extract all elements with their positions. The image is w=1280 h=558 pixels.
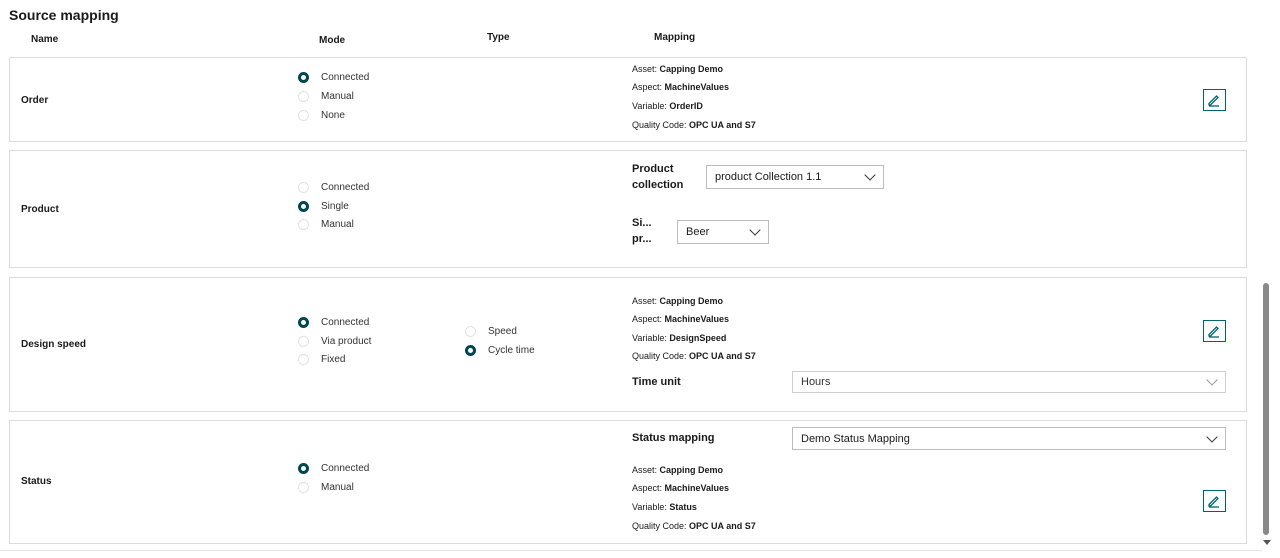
- edit-mapping-button[interactable]: [1203, 320, 1226, 342]
- edit-pencil-icon: [1208, 95, 1219, 107]
- mapping-aspect: Aspect: MachineValues: [632, 483, 730, 493]
- scrollbar-thumb[interactable]: [1263, 283, 1269, 535]
- radio-indicator: [298, 482, 309, 493]
- mapping-aspect: Aspect: MachineValues: [632, 314, 730, 324]
- column-header-mapping: Mapping: [654, 32, 696, 43]
- radio-indicator: [298, 72, 309, 83]
- mapping-asset: Asset: Capping Demo: [632, 465, 724, 475]
- mapping-aspect: Aspect: MachineValues: [632, 82, 730, 92]
- mode-radio-manual[interactable]: Manual: [298, 91, 354, 102]
- product-collection-select[interactable]: product Collection 1.1: [706, 165, 884, 189]
- mode-radio-connected[interactable]: Connected: [298, 463, 369, 474]
- mode-radio-via-product[interactable]: Via product: [298, 336, 371, 347]
- chevron-down-icon: [1206, 374, 1218, 386]
- status-mapping-label: Status mapping: [632, 432, 715, 444]
- select-value: Hours: [801, 376, 831, 388]
- radio-indicator: [298, 201, 309, 212]
- radio-label: Connected: [321, 317, 370, 328]
- radio-indicator: [298, 91, 309, 102]
- row-status: Status Connected Manual Status mapping D…: [9, 420, 1247, 544]
- mode-radio-manual[interactable]: Manual: [298, 482, 354, 493]
- mode-radio-connected[interactable]: Connected: [298, 182, 369, 193]
- radio-indicator: [298, 354, 309, 365]
- mode-radio-connected[interactable]: Connected: [298, 72, 369, 83]
- divider: [0, 550, 1262, 551]
- row-name: Design speed: [21, 339, 87, 350]
- time-unit-label: Time unit: [632, 376, 681, 388]
- radio-indicator: [298, 110, 309, 121]
- mode-radio-fixed[interactable]: Fixed: [298, 354, 345, 365]
- row-name: Product: [21, 204, 59, 215]
- mapping-variable: Variable: DesignSpeed: [632, 333, 727, 343]
- radio-label: Connected: [321, 182, 370, 193]
- single-product-label: Si... pr...: [632, 217, 652, 245]
- type-radio-speed[interactable]: Speed: [465, 326, 517, 337]
- mapping-variable: Variable: OrderID: [632, 101, 703, 111]
- radio-indicator: [298, 219, 309, 230]
- radio-label: Connected: [321, 72, 370, 83]
- select-value: product Collection 1.1: [715, 171, 822, 183]
- radio-label: Cycle time: [488, 345, 535, 356]
- row-design-speed: Design speed Connected Via product Fixed…: [9, 277, 1247, 412]
- row-order: Order Connected Manual None Asset: Cappi…: [9, 57, 1247, 142]
- radio-label: Single: [321, 201, 349, 212]
- radio-indicator: [465, 345, 476, 356]
- mapping-asset: Asset: Capping Demo: [632, 296, 724, 306]
- row-name: Status: [21, 476, 52, 487]
- chevron-down-icon: [749, 224, 761, 236]
- mode-radio-manual[interactable]: Manual: [298, 219, 354, 230]
- mapping-quality-code: Quality Code: OPC UA and S7: [632, 120, 756, 130]
- radio-label: None: [321, 110, 345, 121]
- mode-radio-single[interactable]: Single: [298, 201, 349, 212]
- radio-label: Manual: [321, 91, 354, 102]
- edit-mapping-button[interactable]: [1203, 89, 1226, 111]
- mode-radio-connected[interactable]: Connected: [298, 317, 369, 328]
- section-title: Source mapping: [9, 7, 119, 23]
- status-mapping-select[interactable]: Demo Status Mapping: [792, 427, 1226, 450]
- select-value: Beer: [686, 226, 710, 238]
- radio-indicator: [298, 182, 309, 193]
- edit-mapping-button[interactable]: [1203, 490, 1226, 512]
- radio-label: Manual: [321, 219, 354, 230]
- radio-indicator: [298, 336, 309, 347]
- column-header-mode: Mode: [319, 35, 346, 46]
- edit-pencil-icon: [1208, 496, 1219, 508]
- column-header-name: Name: [31, 34, 59, 45]
- radio-indicator: [298, 317, 309, 328]
- row-name: Order: [21, 95, 49, 106]
- scroll-down-icon[interactable]: [1263, 540, 1271, 545]
- radio-label: Connected: [321, 463, 370, 474]
- radio-indicator: [298, 463, 309, 474]
- mode-radio-none[interactable]: None: [298, 110, 345, 121]
- radio-label: Manual: [321, 482, 354, 493]
- mapping-asset: Asset: Capping Demo: [632, 64, 724, 74]
- select-value: Demo Status Mapping: [801, 432, 910, 445]
- column-header-type: Type: [487, 32, 510, 43]
- radio-label: Via product: [321, 336, 372, 347]
- mapping-variable: Variable: Status: [632, 502, 697, 512]
- time-unit-select[interactable]: Hours: [792, 371, 1226, 393]
- mapping-quality-code: Quality Code: OPC UA and S7: [632, 351, 756, 361]
- radio-label: Speed: [488, 326, 517, 337]
- chevron-down-icon: [864, 169, 876, 181]
- chevron-down-icon: [1206, 430, 1218, 443]
- edit-pencil-icon: [1208, 326, 1219, 338]
- single-product-select[interactable]: Beer: [677, 220, 769, 244]
- product-collection-label: Product collection: [632, 163, 684, 191]
- mapping-quality-code: Quality Code: OPC UA and S7: [632, 521, 756, 531]
- row-product: Product Connected Single Manual Product …: [9, 150, 1247, 268]
- radio-indicator: [465, 326, 476, 337]
- type-radio-cycle-time[interactable]: Cycle time: [465, 345, 535, 356]
- radio-label: Fixed: [321, 354, 346, 365]
